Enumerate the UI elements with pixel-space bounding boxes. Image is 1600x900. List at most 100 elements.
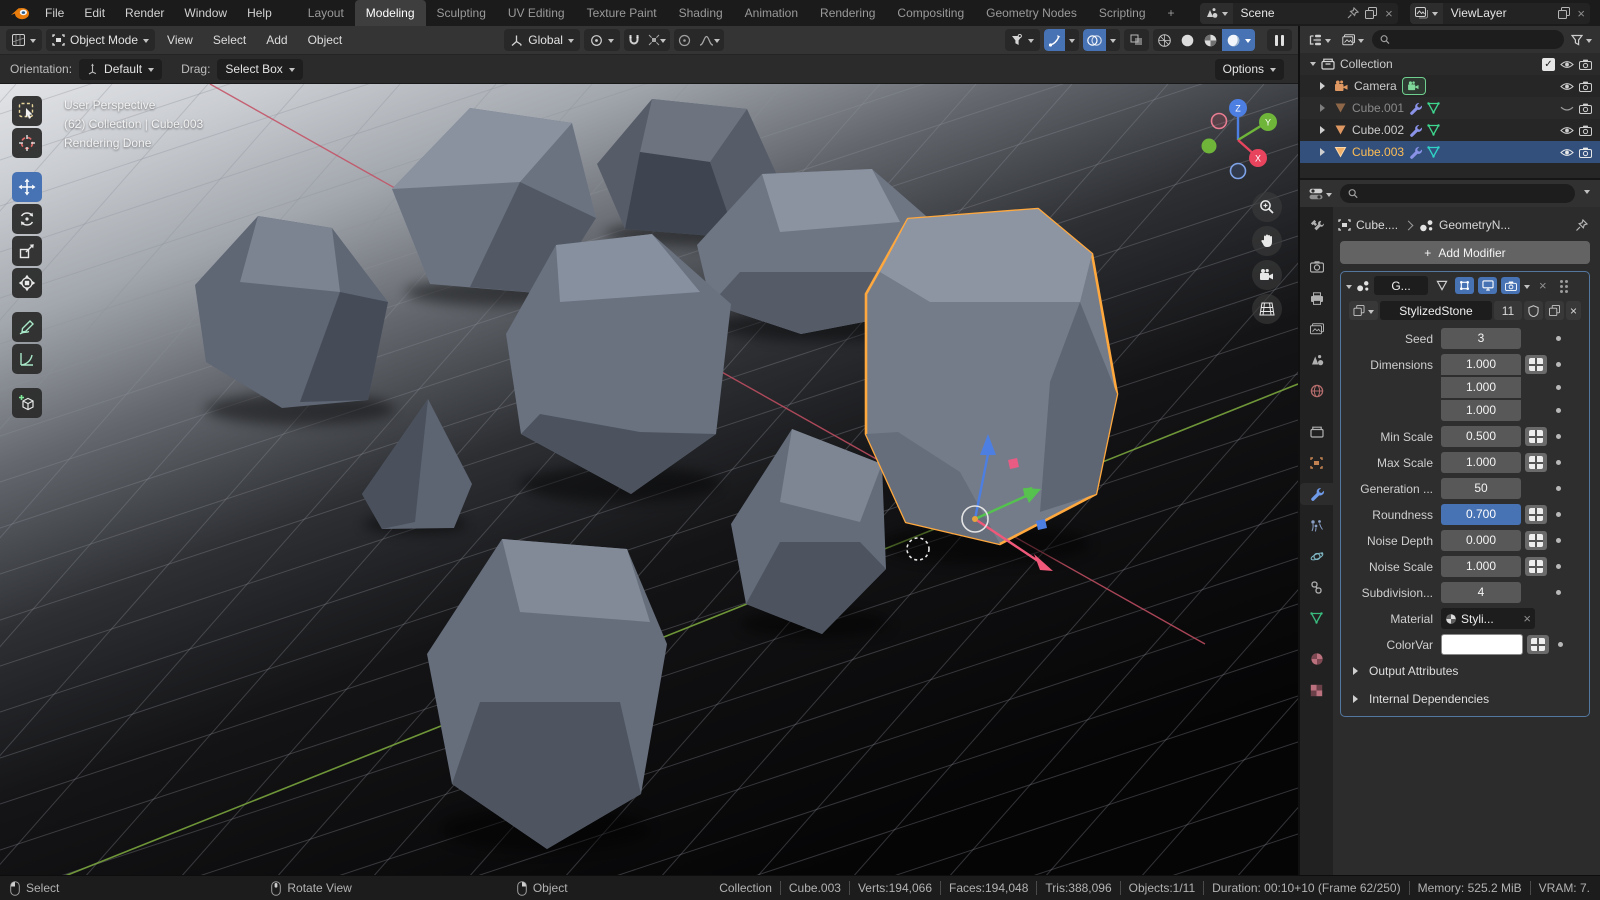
animate-dot[interactable] <box>1556 590 1561 595</box>
noise-depth-field[interactable]: 0.000 <box>1441 530 1521 551</box>
snap-with-dropdown[interactable] <box>644 29 670 51</box>
browse-node-group-button[interactable] <box>1349 301 1378 320</box>
fake-user-shield-button[interactable] <box>1524 301 1543 320</box>
dimensions-x-field[interactable]: 1.000 <box>1441 354 1521 375</box>
select-box-tool[interactable] <box>12 96 42 126</box>
disable-render-icon[interactable] <box>1579 103 1592 114</box>
dimensions-z-field[interactable]: 1.000 <box>1441 400 1521 421</box>
animate-dot[interactable] <box>1556 486 1561 491</box>
generation-field[interactable]: 50 <box>1441 478 1521 499</box>
tab-object-data[interactable] <box>1304 607 1330 629</box>
outliner-display-mode-button[interactable] <box>1339 29 1367 51</box>
orientation-default-dropdown[interactable]: Default <box>79 59 162 80</box>
tab-layout[interactable]: Layout <box>297 0 355 26</box>
tab-texture[interactable] <box>1304 679 1330 701</box>
colorvar-swatch[interactable] <box>1441 634 1523 655</box>
extras-grid-icon[interactable] <box>1525 453 1547 472</box>
disable-render-icon[interactable] <box>1579 81 1592 92</box>
drag-mode-dropdown[interactable]: Select Box <box>217 59 302 80</box>
hidden-eye-closed-icon[interactable] <box>1560 106 1574 113</box>
add-workspace-button[interactable]: + <box>1157 0 1186 26</box>
tab-collection[interactable] <box>1304 421 1330 443</box>
tab-render[interactable] <box>1304 256 1330 278</box>
shading-solid-button[interactable] <box>1176 29 1199 51</box>
extras-grid-icon[interactable] <box>1525 427 1547 446</box>
remove-viewlayer-icon[interactable]: × <box>1572 6 1590 21</box>
outliner-filter-button[interactable] <box>1569 29 1594 51</box>
show-on-cage-toggle[interactable] <box>1432 277 1451 294</box>
navigation-gizmo[interactable]: Z Y X <box>1192 94 1284 186</box>
shading-wireframe-button[interactable] <box>1153 29 1176 51</box>
expand-icon[interactable] <box>1320 126 1329 134</box>
unlink-scene-icon[interactable]: × <box>1380 6 1398 21</box>
collapse-icon[interactable] <box>1346 285 1352 292</box>
options-dropdown[interactable]: Options <box>1215 59 1284 80</box>
scale-tool[interactable] <box>12 236 42 266</box>
outliner-row-cube003-selected[interactable]: Cube.003 <box>1300 141 1600 163</box>
axis-y-neg-handle[interactable] <box>1202 139 1217 154</box>
zoom-button[interactable] <box>1252 192 1282 222</box>
expand-icon[interactable] <box>1320 104 1329 112</box>
roundness-field[interactable]: 0.700 <box>1441 504 1521 525</box>
properties-options-chevron[interactable] <box>1584 190 1590 197</box>
axis-x-neg-handle[interactable] <box>1212 114 1227 129</box>
shading-material-button[interactable] <box>1199 29 1222 51</box>
outliner-search[interactable] <box>1372 30 1564 49</box>
transform-tool[interactable] <box>12 268 42 298</box>
xray-toggle[interactable] <box>1124 29 1149 51</box>
expand-icon[interactable] <box>1320 82 1329 90</box>
pan-button[interactable] <box>1252 226 1282 256</box>
pin-icon[interactable] <box>1575 219 1588 232</box>
tab-tool[interactable] <box>1304 215 1330 237</box>
tab-material[interactable] <box>1304 648 1330 670</box>
axis-z-neg-handle[interactable] <box>1231 164 1246 179</box>
show-in-viewport-toggle[interactable] <box>1478 277 1497 294</box>
extras-grid-icon[interactable] <box>1525 531 1547 550</box>
expand-icon[interactable] <box>1310 62 1316 69</box>
tab-uv-editing[interactable]: UV Editing <box>497 0 576 26</box>
viewlayer-name[interactable]: ViewLayer <box>1443 6 1555 20</box>
tab-animation[interactable]: Animation <box>734 0 809 26</box>
cursor-tool[interactable] <box>12 128 42 158</box>
extras-grid-icon[interactable] <box>1525 355 1547 374</box>
viewport-menu-view[interactable]: View <box>159 33 201 47</box>
animate-dot[interactable] <box>1556 460 1561 465</box>
menu-edit[interactable]: Edit <box>75 6 114 20</box>
pin-icon[interactable] <box>1345 3 1363 24</box>
tab-sculpting[interactable]: Sculpting <box>426 0 497 26</box>
animate-dot[interactable] <box>1558 642 1563 647</box>
modifier-header[interactable]: G... <box>1341 272 1589 298</box>
show-gizmo-toggle[interactable] <box>1044 29 1065 51</box>
collection-name[interactable]: Collection <box>1340 57 1393 71</box>
transform-orientation-dropdown[interactable]: Global <box>504 29 580 51</box>
expand-icon[interactable] <box>1320 148 1329 156</box>
tab-object[interactable] <box>1304 452 1330 474</box>
new-viewlayer-icon[interactable] <box>1555 3 1573 24</box>
delete-modifier-icon[interactable]: × <box>1534 278 1552 293</box>
tab-compositing[interactable]: Compositing <box>886 0 975 26</box>
ortho-toggle-button[interactable] <box>1252 294 1282 324</box>
menu-window[interactable]: Window <box>175 6 236 20</box>
outliner-search-input[interactable] <box>1395 32 1556 48</box>
hide-eye-icon[interactable] <box>1560 60 1574 69</box>
animate-dot[interactable] <box>1556 512 1561 517</box>
snap-toggle[interactable] <box>624 29 644 51</box>
object-name[interactable]: Cube.003 <box>1352 145 1404 159</box>
breadcrumb-node-group[interactable]: GeometryN... <box>1439 218 1510 232</box>
pivot-point-dropdown[interactable] <box>584 29 620 51</box>
tab-modeling[interactable]: Modeling <box>355 0 426 26</box>
object-name[interactable]: Cube.002 <box>1352 123 1404 137</box>
tab-modifiers[interactable] <box>1300 483 1333 505</box>
object-name[interactable]: Camera <box>1354 79 1397 93</box>
annotate-tool[interactable] <box>12 312 42 342</box>
hide-eye-icon[interactable] <box>1560 126 1574 135</box>
unlink-material-icon[interactable]: × <box>1523 611 1531 626</box>
tab-particles[interactable] <box>1304 514 1330 536</box>
max-scale-field[interactable]: 1.000 <box>1441 452 1521 473</box>
move-tool[interactable] <box>12 172 42 202</box>
show-in-render-toggle[interactable] <box>1501 277 1520 294</box>
drag-handle-icon[interactable] <box>1560 280 1563 283</box>
internal-dependencies-panel[interactable]: Internal Dependencies <box>1341 686 1589 711</box>
gizmo-plane-handle[interactable] <box>1023 487 1034 498</box>
falloff-dropdown[interactable] <box>695 29 724 51</box>
